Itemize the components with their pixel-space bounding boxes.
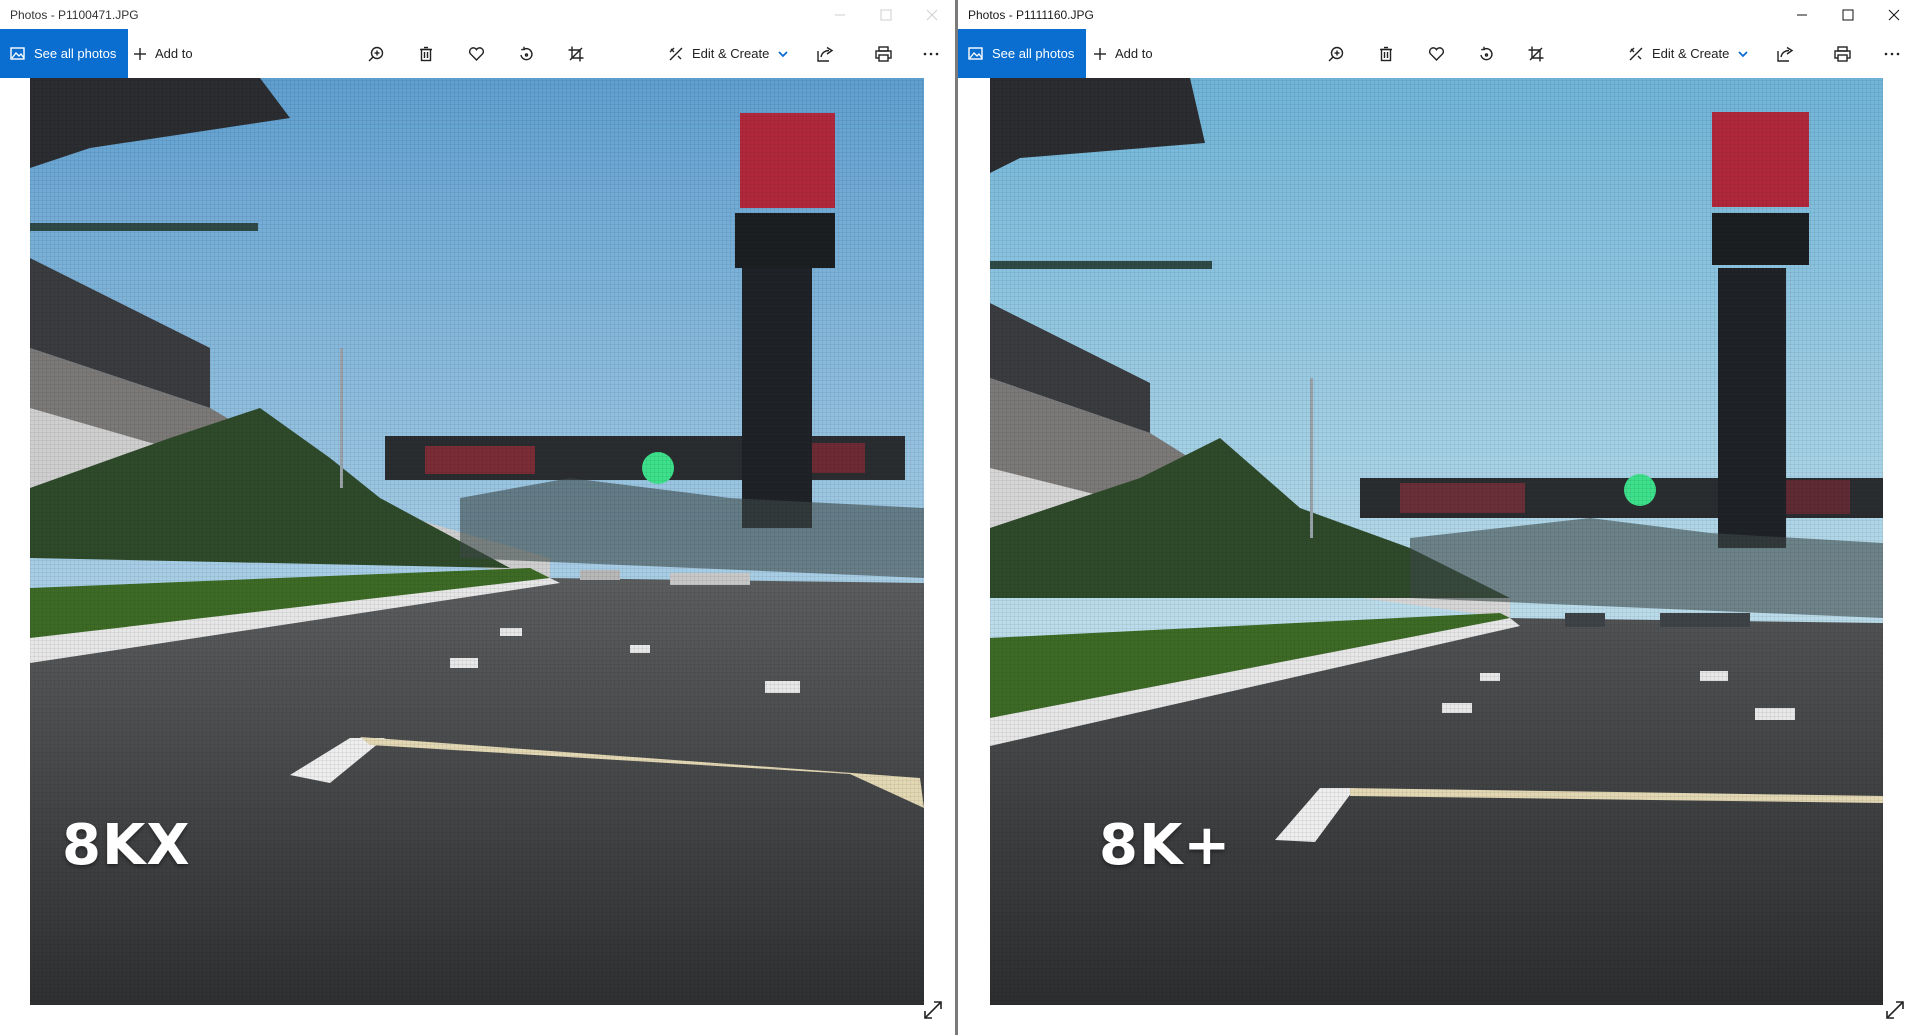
delete-button[interactable] (418, 29, 434, 78)
window-title: Photos - P1111160.JPG (968, 7, 1094, 22)
more-button[interactable] (1884, 29, 1900, 78)
favorite-heart-icon (468, 46, 485, 61)
toolbar: See all photos Add to Edit & Create (0, 29, 955, 78)
rotate-button[interactable] (1478, 29, 1494, 78)
photos-icon (10, 47, 25, 60)
edit-create-button[interactable]: Edit & Create (668, 29, 789, 78)
add-to-button[interactable]: Add to (133, 29, 193, 78)
maximize-button[interactable] (863, 0, 909, 29)
zoom-in-icon (1328, 46, 1344, 61)
zoom-button[interactable] (1328, 29, 1344, 78)
more-icon (1884, 52, 1900, 55)
zoom-button[interactable] (368, 29, 384, 78)
more-button[interactable] (923, 29, 939, 78)
add-to-label: Add to (155, 46, 193, 61)
see-all-photos-label: See all photos (34, 46, 117, 61)
close-button[interactable] (909, 0, 955, 29)
see-all-photos-button[interactable]: See all photos (958, 29, 1087, 78)
favorite-button[interactable] (468, 29, 485, 78)
title-bar: Photos - P1111160.JPG (958, 0, 1917, 29)
crop-button[interactable] (1528, 29, 1544, 78)
delete-button[interactable] (1378, 29, 1394, 78)
rotate-icon (520, 46, 533, 60)
full-screen-button[interactable] (1885, 1000, 1905, 1025)
photo-caption: 8K+ (1099, 813, 1232, 878)
chevron-down-icon (778, 50, 788, 57)
close-icon (926, 9, 938, 20)
zoom-in-icon (368, 46, 384, 61)
window-controls (1779, 0, 1917, 29)
maximize-icon (1842, 9, 1854, 20)
photo-caption: 8KX (62, 813, 191, 878)
chevron-down-icon (1738, 50, 1748, 57)
expand-icon (924, 1001, 942, 1019)
edit-create-icon (669, 47, 683, 60)
delete-icon (1380, 46, 1392, 61)
edit-create-button[interactable]: Edit & Create (1628, 29, 1749, 78)
see-all-photos-button[interactable]: See all photos (0, 29, 129, 78)
print-icon (875, 45, 892, 62)
delete-icon (420, 46, 432, 61)
maximize-button[interactable] (1825, 0, 1871, 29)
close-button[interactable] (1871, 0, 1917, 29)
expand-icon (1886, 1001, 1904, 1019)
print-button[interactable] (1834, 29, 1851, 78)
minimize-icon (835, 14, 845, 15)
favorite-heart-icon (1428, 46, 1445, 61)
print-icon (1834, 45, 1851, 62)
full-screen-button[interactable] (923, 1000, 943, 1025)
share-button[interactable] (817, 29, 834, 78)
crop-icon (568, 46, 584, 61)
share-icon (1777, 46, 1794, 62)
photos-icon (968, 47, 983, 60)
crop-icon (1528, 46, 1544, 61)
edit-create-label: Edit & Create (692, 46, 770, 61)
plus-icon (134, 47, 146, 60)
window-title: Photos - P1100471.JPG (10, 7, 139, 22)
edit-create-icon (1629, 47, 1643, 60)
minimize-button[interactable] (817, 0, 863, 29)
close-icon (1888, 9, 1900, 20)
photo-viewer[interactable]: 8KX (30, 78, 924, 1005)
title-bar: Photos - P1100471.JPG (0, 0, 955, 29)
crop-button[interactable] (568, 29, 584, 78)
minimize-icon (1797, 14, 1807, 15)
share-icon (817, 46, 834, 62)
share-button[interactable] (1777, 29, 1794, 78)
minimize-button[interactable] (1779, 0, 1825, 29)
plus-icon (1094, 47, 1106, 60)
see-all-photos-label: See all photos (992, 46, 1075, 61)
rotate-icon (1480, 46, 1493, 60)
window-controls (817, 0, 955, 29)
add-to-button[interactable]: Add to (1093, 29, 1153, 78)
print-button[interactable] (875, 29, 892, 78)
edit-create-label: Edit & Create (1652, 46, 1730, 61)
photo-viewer[interactable]: 8K+ (990, 78, 1883, 1005)
photos-window-right: Photos - P1111160.JPG See all photos Add… (958, 0, 1917, 1035)
rotate-button[interactable] (518, 29, 534, 78)
maximize-icon (880, 9, 892, 20)
more-icon (923, 52, 939, 55)
favorite-button[interactable] (1428, 29, 1445, 78)
photos-window-left: Photos - P1100471.JPG See all photos Add… (0, 0, 955, 1035)
add-to-label: Add to (1115, 46, 1153, 61)
toolbar: See all photos Add to Edit & Create (958, 29, 1917, 78)
